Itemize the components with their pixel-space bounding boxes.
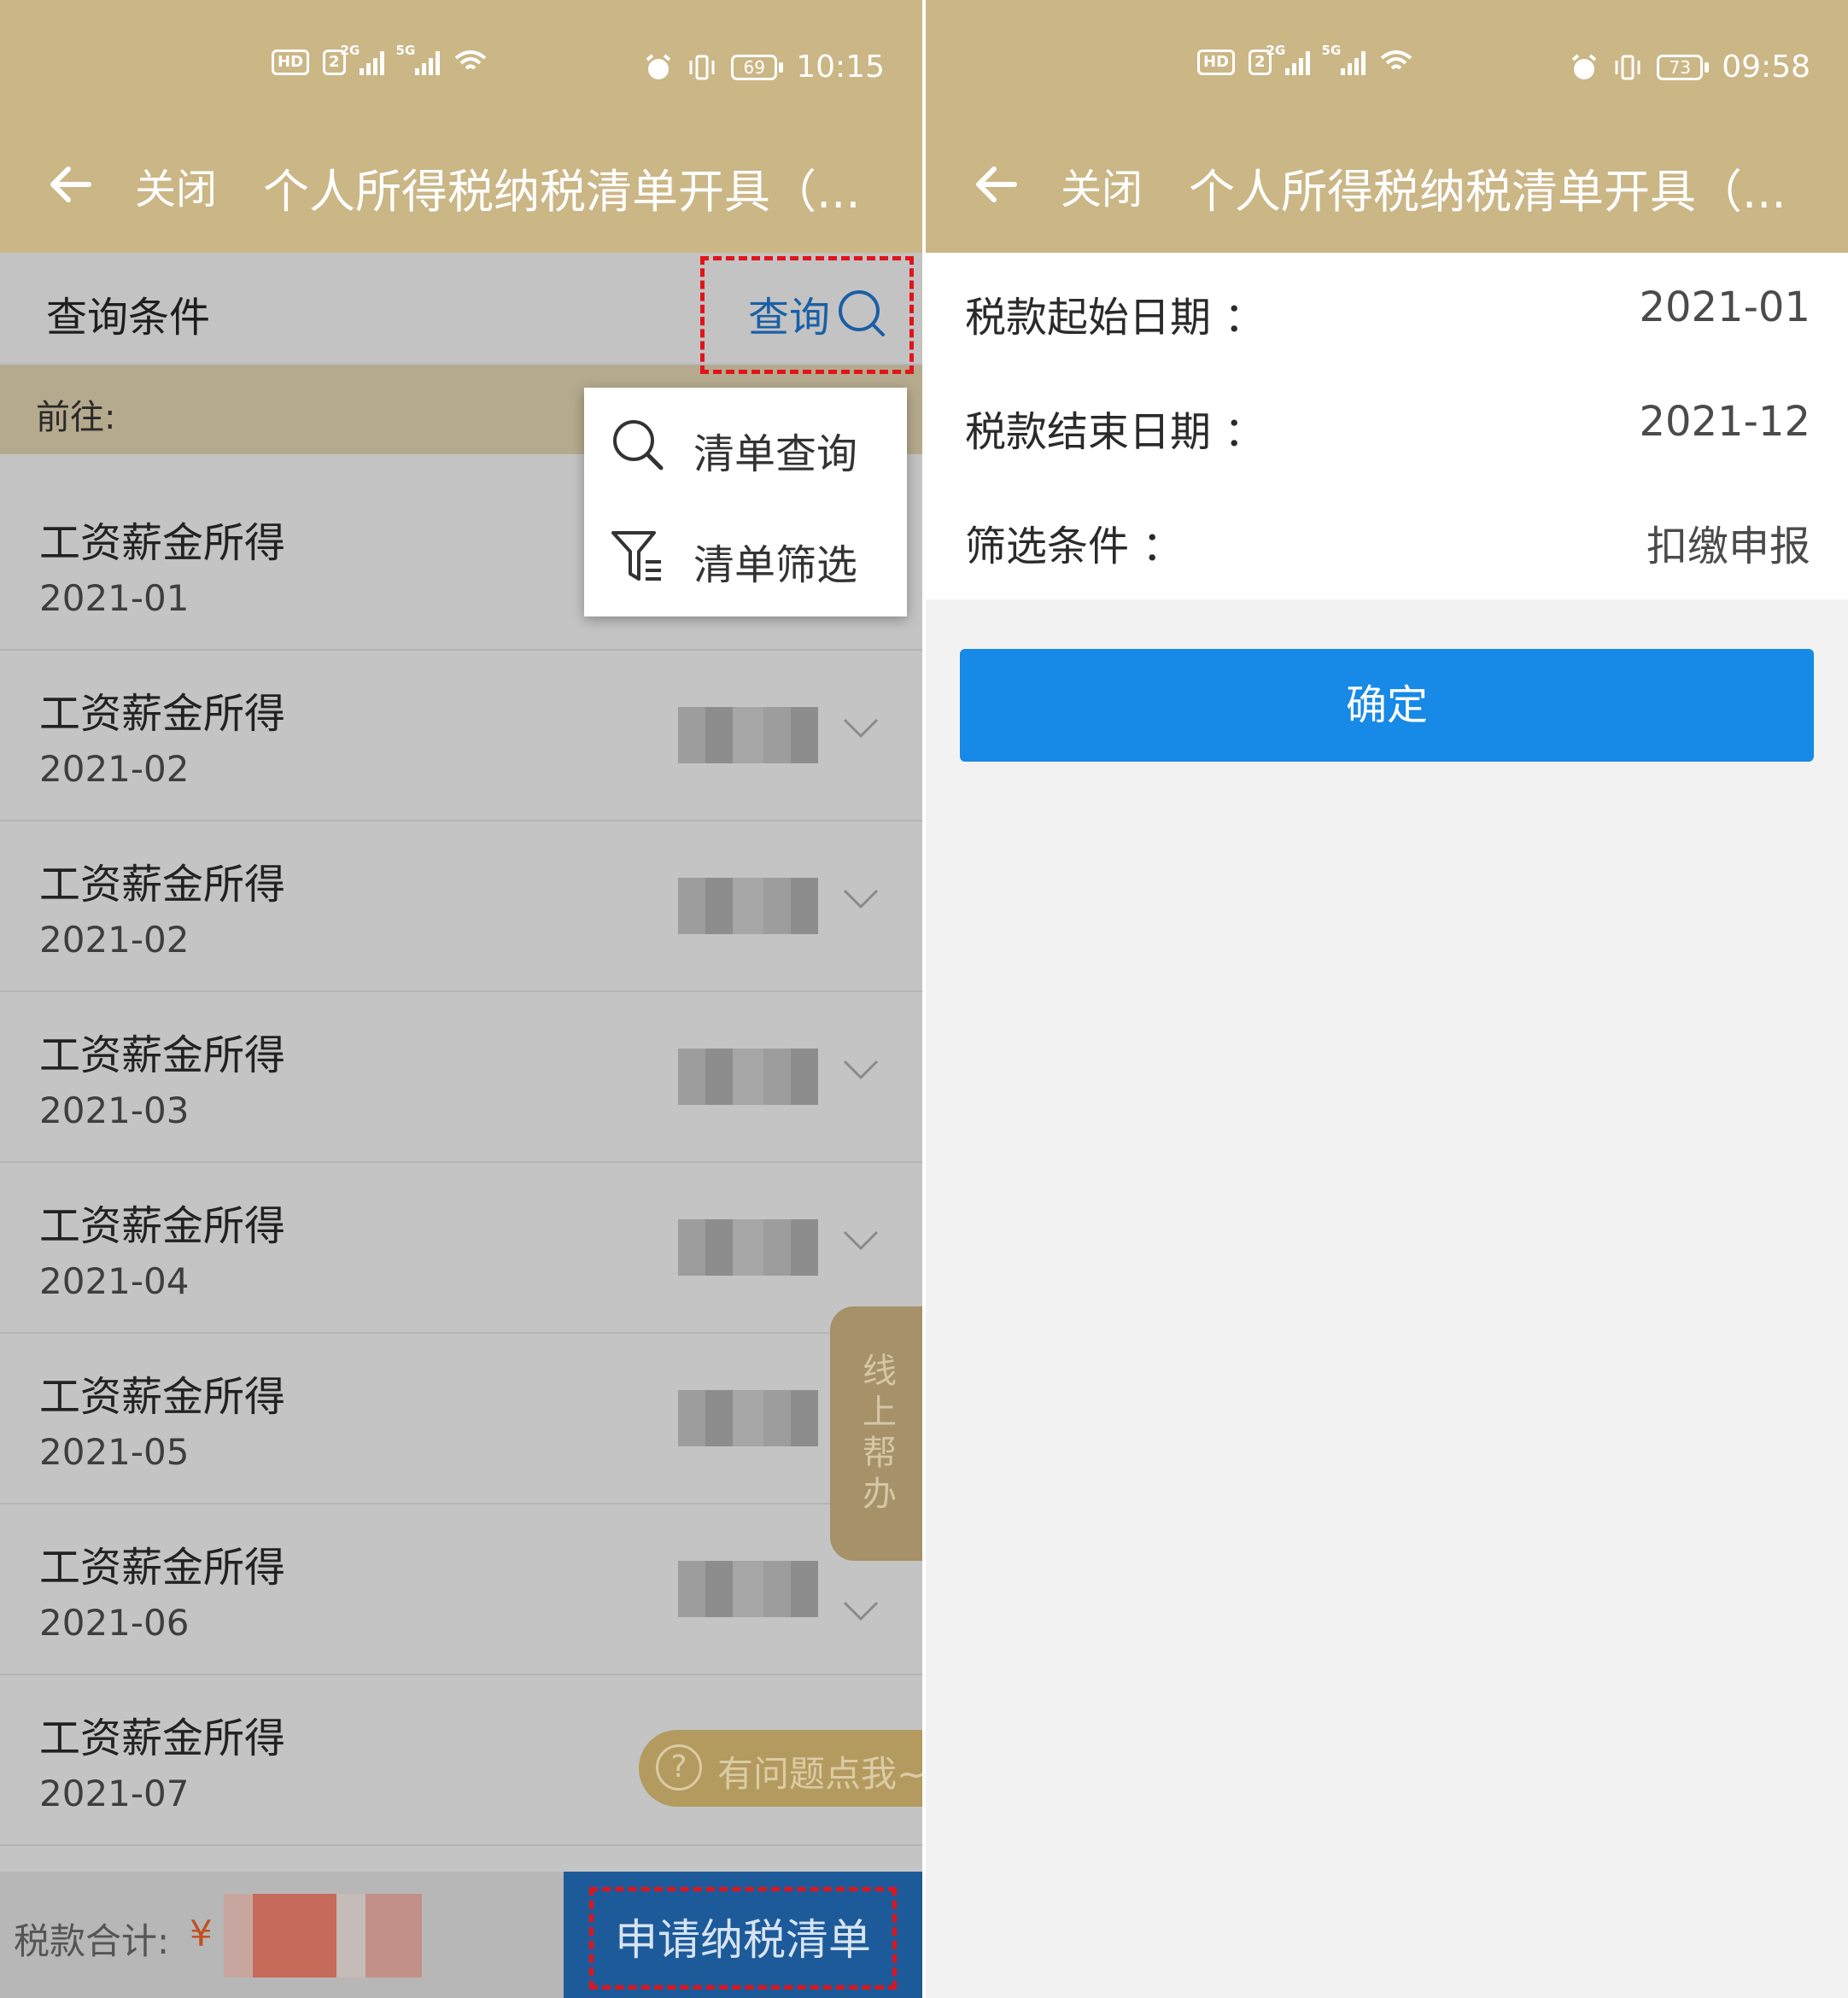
- query-dropdown-menu: 清单查询 清单筛选: [584, 388, 907, 616]
- faq-button[interactable]: ? 有问题点我~: [639, 1730, 922, 1807]
- list-item[interactable]: 工资薪金所得 2021-04: [0, 1163, 922, 1334]
- record-date: 2021-02: [39, 748, 190, 790]
- highlight-query-box: [700, 256, 914, 374]
- wifi-icon: [1380, 50, 1412, 70]
- record-date: 2021-03: [39, 1090, 190, 1131]
- menu-item-label: 清单筛选: [693, 541, 858, 589]
- record-date: 2021-05: [39, 1431, 190, 1473]
- record-date: 2021-06: [39, 1602, 190, 1644]
- chevron-down-icon[interactable]: [842, 1228, 880, 1253]
- redacted-amount: [678, 1390, 818, 1446]
- nav-bar: 关闭 个人所得税纳税清单开具（...: [926, 145, 1848, 222]
- redacted-amount: [678, 1219, 818, 1276]
- end-date-label: 税款结束日期 ：: [965, 408, 1266, 456]
- record-title: 工资薪金所得: [39, 690, 286, 738]
- menu-item-label: 清单查询: [693, 430, 858, 478]
- status-bar: HD 2 2G 5G 73 09:58: [926, 43, 1848, 94]
- start-date-label: 税款起始日期 ：: [965, 294, 1266, 342]
- list-item[interactable]: 工资薪金所得 2021-06: [0, 1504, 922, 1675]
- clock: 09:58: [1722, 50, 1810, 85]
- status-right-group: 73 09:58: [1570, 50, 1810, 85]
- alarm-icon: [646, 53, 671, 79]
- record-date: 2021-01: [39, 577, 190, 619]
- menu-item-list-filter[interactable]: 清单筛选: [584, 499, 907, 610]
- filter-icon: [611, 531, 661, 581]
- list-item[interactable]: 工资薪金所得 2021-05: [0, 1334, 922, 1504]
- page-title: 个人所得税纳税清单开具（...: [263, 165, 861, 219]
- start-date-value: 2021-01: [1639, 283, 1810, 331]
- record-title: 工资薪金所得: [39, 1373, 286, 1421]
- right-screen: HD 2 2G 5G 73 09:58 关闭 个人所得税纳税清单开具（... 税…: [926, 0, 1848, 1998]
- filter-condition-label: 筛选条件 ：: [965, 523, 1184, 570]
- hd-icon: HD: [272, 50, 310, 75]
- list-item[interactable]: 工资薪金所得 2021-02: [0, 821, 922, 992]
- end-date-value: 2021-12: [1639, 398, 1810, 446]
- goto-label: 前往:: [36, 398, 116, 437]
- record-title: 工资薪金所得: [39, 1715, 286, 1762]
- nav-bar: 关闭 个人所得税纳税清单开具（...: [0, 145, 922, 222]
- currency-symbol: ¥: [190, 1913, 213, 1954]
- redacted-amount: [678, 878, 818, 934]
- vibrate-icon: [689, 55, 715, 79]
- battery-icon: 69: [731, 54, 784, 80]
- chevron-down-icon[interactable]: [842, 1598, 880, 1624]
- close-button[interactable]: 关闭: [1061, 155, 1143, 215]
- battery-icon: 73: [1657, 54, 1710, 80]
- wifi-icon: [454, 50, 486, 70]
- status-left-group: HD 2 2G 5G: [272, 43, 488, 75]
- app-header: HD 2 2G 5G 73 09:58 关闭 个人所得税纳税清单开具（...: [926, 0, 1848, 253]
- redacted-amount: [678, 1561, 818, 1617]
- close-button[interactable]: 关闭: [135, 155, 217, 215]
- hd-icon: HD: [1197, 50, 1236, 75]
- clock: 10:15: [796, 50, 885, 85]
- back-arrow-icon[interactable]: [44, 159, 96, 210]
- back-arrow-icon[interactable]: [970, 159, 1021, 210]
- status-right-group: 69 10:15: [644, 50, 885, 85]
- signal-icon: 2G: [1266, 43, 1310, 75]
- signal-5g-icon: 5G: [396, 43, 440, 75]
- search-icon: [613, 420, 664, 470]
- record-title: 工资薪金所得: [39, 519, 286, 567]
- list-item[interactable]: 工资薪金所得 2021-02: [0, 651, 922, 821]
- record-date: 2021-04: [39, 1260, 190, 1302]
- online-help-label: 线上帮办: [863, 1352, 897, 1514]
- record-title: 工资薪金所得: [39, 1544, 286, 1592]
- redacted-total: [224, 1894, 422, 1978]
- menu-item-list-query[interactable]: 清单查询: [584, 388, 907, 499]
- signal-5g-icon: 5G: [1322, 43, 1366, 75]
- alarm-icon: [1571, 53, 1597, 79]
- filter-condition-value: 扣缴申报: [1646, 523, 1810, 570]
- filter-condition-row[interactable]: 筛选条件 ： 扣缴申报: [926, 482, 1848, 594]
- start-date-row[interactable]: 税款起始日期 ： 2021-01: [926, 253, 1848, 365]
- app-header: HD 2 2G 5G 69 10:15 关闭 个人所得税纳税清单开具（...: [0, 0, 922, 253]
- redacted-amount: [678, 707, 818, 763]
- list-item[interactable]: 工资薪金所得 2021-03: [0, 992, 922, 1163]
- record-date: 2021-02: [39, 919, 190, 961]
- left-screen: HD 2 2G 5G 69 10:15 关闭 个人所得税纳税清单开具（... 查…: [0, 0, 922, 1998]
- chevron-down-icon[interactable]: [842, 1057, 880, 1083]
- record-title: 工资薪金所得: [39, 861, 286, 908]
- record-title: 工资薪金所得: [39, 1202, 286, 1250]
- end-date-row[interactable]: 税款结束日期 ： 2021-12: [926, 367, 1848, 480]
- tax-total-label: 税款合计:: [14, 1920, 170, 1962]
- redacted-amount: [678, 1049, 818, 1105]
- record-list: 工资薪金所得 2021-01 工资薪金所得 2021-02 工资薪金所得 202…: [0, 480, 922, 1846]
- record-date: 2021-07: [39, 1773, 190, 1814]
- status-left-group: HD 2 2G 5G: [1197, 43, 1413, 75]
- query-conditions-title: 查询条件: [46, 294, 211, 342]
- highlight-apply-box: [589, 1887, 897, 1989]
- status-bar: HD 2 2G 5G 69 10:15: [0, 43, 922, 94]
- confirm-button[interactable]: 确定: [960, 649, 1814, 762]
- faq-label: 有问题点我~: [717, 1753, 922, 1795]
- question-icon: ?: [656, 1744, 702, 1791]
- record-title: 工资薪金所得: [39, 1031, 286, 1079]
- chevron-down-icon[interactable]: [842, 886, 880, 912]
- vibrate-icon: [1615, 55, 1640, 79]
- filter-form: 税款起始日期 ： 2021-01 税款结束日期 ： 2021-12 筛选条件 ：…: [926, 253, 1848, 599]
- chevron-down-icon[interactable]: [842, 716, 880, 741]
- page-title: 个人所得税纳税清单开具（...: [1189, 165, 1787, 219]
- online-help-tab[interactable]: 线上帮办: [830, 1306, 922, 1561]
- signal-icon: 2G: [341, 43, 384, 75]
